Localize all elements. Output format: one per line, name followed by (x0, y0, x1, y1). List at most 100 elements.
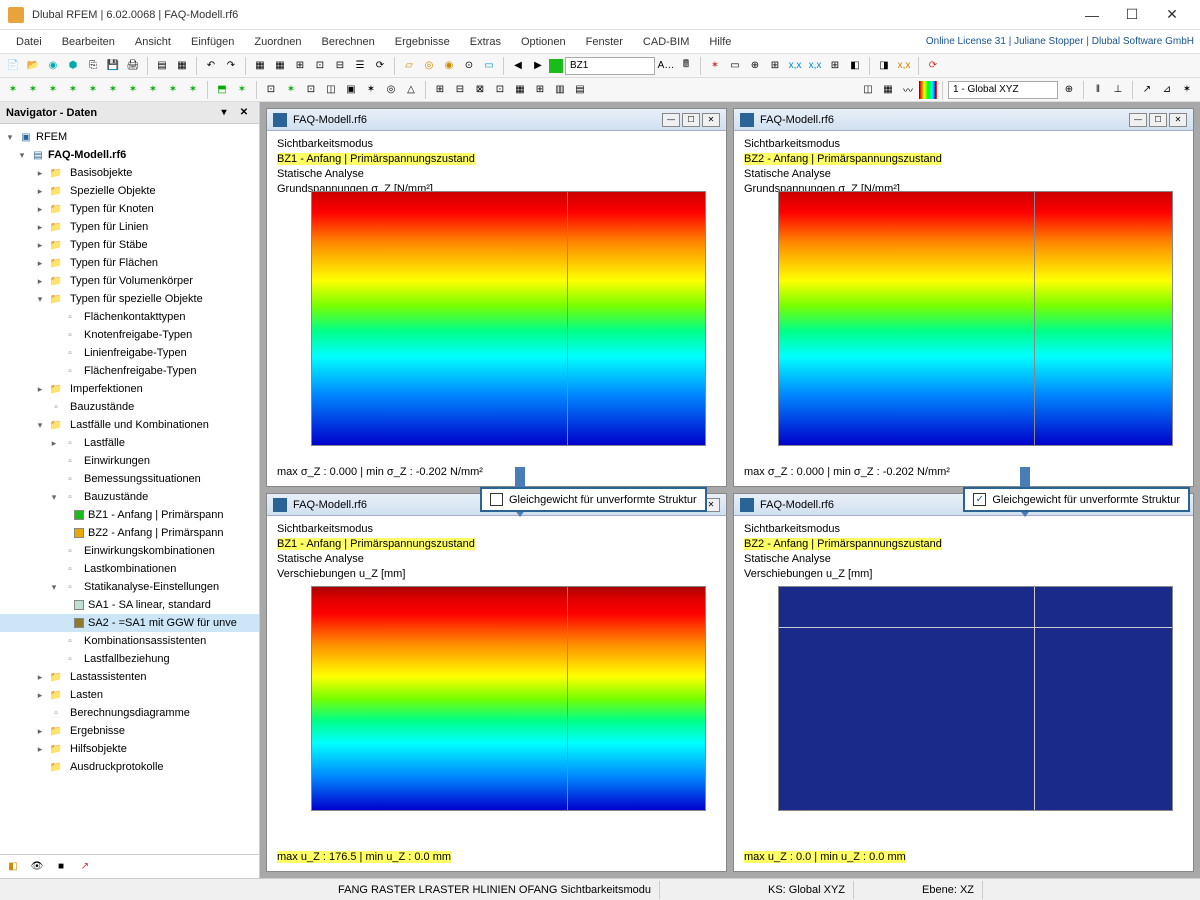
tree-item[interactable]: ▸📁Ergebnisse (0, 722, 259, 740)
t2-e2-icon[interactable]: ⊿ (1158, 81, 1176, 99)
navigator-tree[interactable]: ▾▣RFEM▾▤FAQ-Modell.rf6▸📁Basisobjekte▸📁Sp… (0, 124, 259, 854)
tree-item[interactable]: ▫Linienfreigabe-Typen (0, 344, 259, 362)
t2-m6-icon[interactable]: ✶ (362, 81, 380, 99)
t2-g5-icon[interactable]: ▦ (511, 81, 529, 99)
menu-datei[interactable]: Datei (6, 33, 52, 51)
tree-item[interactable]: ▸📁Spezielle Objekte (0, 182, 259, 200)
t2-m2-icon[interactable]: ✶ (282, 81, 300, 99)
t2-n4-icon[interactable]: ✶ (64, 81, 82, 99)
nav-pin-icon[interactable]: ▾ (215, 104, 233, 122)
tree-item[interactable]: ▫Lastkombinationen (0, 560, 259, 578)
t2-n9-icon[interactable]: ✶ (164, 81, 182, 99)
menu-ergebnisse[interactable]: Ergebnisse (385, 33, 460, 51)
t2-m1-icon[interactable]: ⊡ (262, 81, 280, 99)
tree-item[interactable]: ▫Einwirkungskombinationen (0, 542, 259, 560)
tree-item[interactable]: ▸📁Typen für Stäbe (0, 236, 259, 254)
tb-save-icon[interactable]: 💾 (104, 57, 122, 75)
t2-coord-dropdown[interactable]: 1 - Global XYZ (948, 81, 1058, 99)
disp-plot[interactable] (778, 586, 1173, 811)
tb-undo-icon[interactable]: ↶ (202, 57, 220, 75)
tb-loadcase-dropdown[interactable]: BZ1 (565, 57, 655, 75)
tb-t5-icon[interactable]: ⟳ (371, 57, 389, 75)
tree-item[interactable]: ▸📁Typen für Knoten (0, 200, 259, 218)
tree-item[interactable]: ▫Bemessungssituationen (0, 470, 259, 488)
t2-n5-icon[interactable]: ✶ (84, 81, 102, 99)
tb-r4-icon[interactable]: ⊞ (766, 57, 784, 75)
t2-n1-icon[interactable]: ✶ (4, 81, 22, 99)
tb-r3-icon[interactable]: ⊕ (746, 57, 764, 75)
tb-r7-icon[interactable]: ⊞ (826, 57, 844, 75)
tree-item[interactable]: ▫Einwirkungen (0, 452, 259, 470)
tb-a-icon[interactable]: A… (657, 57, 675, 75)
tree-item[interactable]: ▫Flächenkontakttypen (0, 308, 259, 326)
tb-doc1-icon[interactable]: ▤ (153, 57, 171, 75)
tb-sel3-icon[interactable]: ◉ (440, 57, 458, 75)
tree-item[interactable]: ▸📁Basisobjekte (0, 164, 259, 182)
tree-item[interactable]: ▸📁Imperfektionen (0, 380, 259, 398)
tb-t4-icon[interactable]: ☰ (351, 57, 369, 75)
vbtn-close[interactable]: ✕ (1169, 113, 1187, 127)
t2-v2-icon[interactable]: ▦ (879, 81, 897, 99)
t2-m3-icon[interactable]: ⊡ (302, 81, 320, 99)
t2-g2-icon[interactable]: ⊟ (451, 81, 469, 99)
t2-d2-icon[interactable]: ⊥ (1109, 81, 1127, 99)
t2-s1-icon[interactable]: ⬒ (213, 81, 231, 99)
tb-new-icon[interactable]: 📄 (4, 57, 22, 75)
navtab-res-icon[interactable]: ↗ (76, 858, 94, 876)
tree-item[interactable]: ▸📁Typen für Volumenkörper (0, 272, 259, 290)
tree-item[interactable]: ▾📁Lastfälle und Kombinationen (0, 416, 259, 434)
navtab-cam-icon[interactable]: ■ (52, 858, 70, 876)
checkbox-checked-icon[interactable]: ✓ (973, 493, 986, 506)
menu-ansicht[interactable]: Ansicht (125, 33, 181, 51)
tree-item[interactable]: ▸📁Lasten (0, 686, 259, 704)
tb-t2-icon[interactable]: ⊡ (311, 57, 329, 75)
tb-sel5-icon[interactable]: ▭ (480, 57, 498, 75)
tb-lc1-icon[interactable]: ◀ (509, 57, 527, 75)
tb-r2-icon[interactable]: ▭ (726, 57, 744, 75)
menu-cadbim[interactable]: CAD-BIM (633, 33, 699, 51)
tree-item[interactable]: ▫Flächenfreigabe-Typen (0, 362, 259, 380)
t2-g7-icon[interactable]: ▥ (551, 81, 569, 99)
tb-t3-icon[interactable]: ⊟ (331, 57, 349, 75)
tb-sel1-icon[interactable]: ▱ (400, 57, 418, 75)
menu-hilfe[interactable]: Hilfe (699, 33, 741, 51)
t2-n2-icon[interactable]: ✶ (24, 81, 42, 99)
tree-item[interactable]: ▫Lastfallbeziehung (0, 650, 259, 668)
tb-sel4-icon[interactable]: ⊙ (460, 57, 478, 75)
t2-m4-icon[interactable]: ◫ (322, 81, 340, 99)
tree-item[interactable]: SA2 - =SA1 mit GGW für unve (0, 614, 259, 632)
t2-g8-icon[interactable]: ▤ (571, 81, 589, 99)
t2-n8-icon[interactable]: ✶ (144, 81, 162, 99)
tb-print-icon[interactable]: 🖨 (124, 57, 142, 75)
tb-calc-icon[interactable]: 🖩 (677, 57, 695, 75)
vbtn-close[interactable]: ✕ (702, 113, 720, 127)
tb-r5-icon[interactable]: x,x (786, 57, 804, 75)
t2-g1-icon[interactable]: ⊞ (431, 81, 449, 99)
t2-s2-icon[interactable]: ✶ (233, 81, 251, 99)
tree-item[interactable]: BZ1 - Anfang | Primärspann (0, 506, 259, 524)
tree-item[interactable]: ▫Kombinationsassistenten (0, 632, 259, 650)
tb-table-icon[interactable]: ▦ (251, 57, 269, 75)
tree-item[interactable]: SA1 - SA linear, standard (0, 596, 259, 614)
stress-plot[interactable] (778, 191, 1173, 446)
t2-c1-icon[interactable]: ⊕ (1060, 81, 1078, 99)
vbtn-min[interactable]: — (662, 113, 680, 127)
tb-copy-icon[interactable]: ⎘ (84, 57, 102, 75)
tb-sel2-icon[interactable]: ◎ (420, 57, 438, 75)
tb-r9-icon[interactable]: ◨ (875, 57, 893, 75)
equilibrium-checkbox-left[interactable]: Gleichgewicht für unverformte Struktur (480, 487, 707, 512)
tb-rf-icon[interactable]: ⟳ (924, 57, 942, 75)
t2-n3-icon[interactable]: ✶ (44, 81, 62, 99)
tb-lc2-icon[interactable]: ▶ (529, 57, 547, 75)
t2-g4-icon[interactable]: ⊡ (491, 81, 509, 99)
tree-item[interactable]: 📁Ausdruckprotokolle (0, 758, 259, 776)
tree-item[interactable]: ▸📁Typen für Linien (0, 218, 259, 236)
menu-zuordnen[interactable]: Zuordnen (244, 33, 311, 51)
t2-v1-icon[interactable]: ◫ (859, 81, 877, 99)
tree-item[interactable]: ▾▫Bauzustände (0, 488, 259, 506)
tree-item[interactable]: BZ2 - Anfang | Primärspann (0, 524, 259, 542)
stress-plot[interactable] (311, 191, 706, 446)
tree-item[interactable]: ▸📁Lastassistenten (0, 668, 259, 686)
tree-item[interactable]: ▸📁Hilfsobjekte (0, 740, 259, 758)
navtab-eye-icon[interactable]: 👁 (28, 858, 46, 876)
